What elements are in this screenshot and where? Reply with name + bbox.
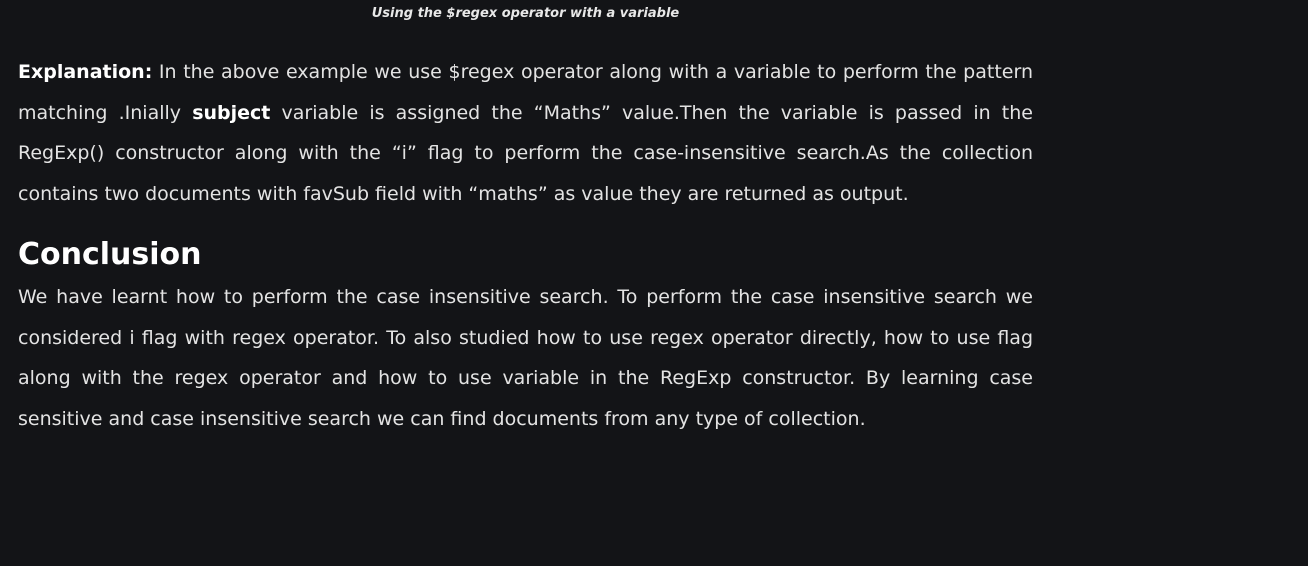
explanation-paragraph: Explanation: In the above example we use… — [18, 52, 1033, 214]
article-content: Using the $regex operator with a variabl… — [18, 0, 1033, 439]
explanation-bold-word: subject — [192, 101, 271, 124]
explanation-label: Explanation: — [18, 61, 153, 83]
article-page: Using the $regex operator with a variabl… — [0, 0, 1308, 566]
conclusion-paragraph: We have learnt how to perform the case i… — [18, 286, 1033, 430]
code-caption: Using the $regex operator with a variabl… — [371, 6, 680, 21]
conclusion-heading: Conclusion — [18, 237, 202, 272]
